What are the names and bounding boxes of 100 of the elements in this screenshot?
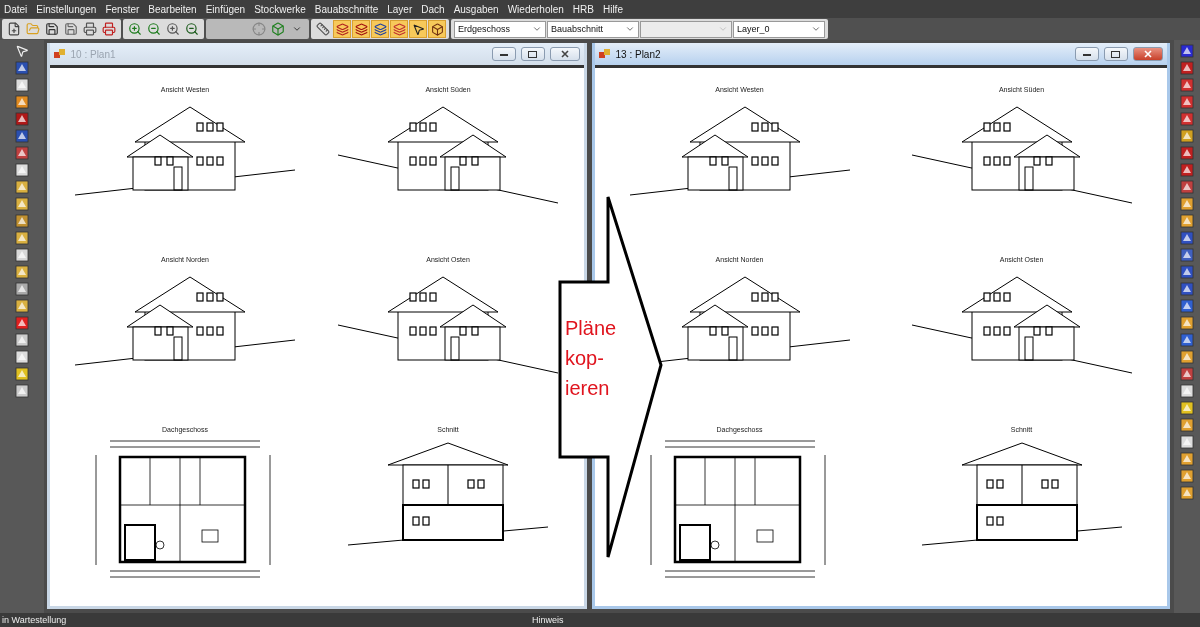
window-title: 13 : Plan2: [615, 48, 662, 60]
tool-icon[interactable]: [1179, 61, 1194, 75]
tool-icon[interactable]: [1179, 44, 1194, 58]
menu-item[interactable]: Stockwerke: [254, 3, 306, 15]
maximize-button[interactable]: [520, 47, 545, 61]
tool-icon[interactable]: [1179, 333, 1194, 347]
tool-icon[interactable]: [1179, 299, 1194, 313]
tool-icon[interactable]: [1179, 469, 1194, 483]
tool-icon[interactable]: [1179, 316, 1194, 330]
dropdown[interactable]: Erdgeschoss: [454, 20, 546, 38]
tool-icon[interactable]: [1179, 129, 1194, 143]
tool-icon[interactable]: [1179, 367, 1194, 381]
tool-icon[interactable]: [1179, 214, 1194, 228]
tool-icon[interactable]: [1179, 282, 1194, 296]
minimize-button[interactable]: [1074, 47, 1099, 61]
menu-item[interactable]: Einfügen: [205, 3, 246, 15]
caret-icon: [811, 24, 821, 34]
tool-icon[interactable]: [14, 231, 29, 245]
tool-icon[interactable]: [14, 163, 29, 177]
tool-icon[interactable]: [14, 282, 29, 296]
printer-icon[interactable]: [81, 20, 99, 38]
tool-icon[interactable]: [1179, 78, 1194, 92]
tool-icon[interactable]: [1179, 435, 1194, 449]
save-icon[interactable]: [62, 20, 80, 38]
tool-icon[interactable]: [1179, 231, 1194, 245]
tool-icon[interactable]: [14, 316, 29, 330]
caret-icon: [625, 24, 635, 34]
tool-icon[interactable]: [14, 78, 29, 92]
tool-icon[interactable]: [14, 350, 29, 364]
tool-icon[interactable]: [14, 299, 29, 313]
menu-item[interactable]: Bauabschnitte: [314, 3, 379, 15]
pointer-icon[interactable]: [409, 20, 427, 38]
close-icon: [1143, 50, 1152, 58]
menu-item[interactable]: Bearbeiten: [148, 3, 197, 15]
tool-icon[interactable]: [14, 112, 29, 126]
menu-item[interactable]: Einstellungen: [36, 3, 97, 15]
save-icon[interactable]: [43, 20, 61, 38]
status-text: in Wartestellung: [1, 615, 68, 625]
tool-icon[interactable]: [14, 129, 29, 143]
tool-icon[interactable]: [14, 214, 29, 228]
close-button[interactable]: [1132, 47, 1163, 61]
magnifier-icon[interactable]: [183, 20, 201, 38]
layers-icon[interactable]: [371, 20, 389, 38]
menu-item[interactable]: Fenster: [105, 3, 140, 15]
callout-text: Pläne kop- ieren: [565, 316, 617, 401]
tool-icon[interactable]: [1179, 112, 1194, 126]
tool-icon[interactable]: [1179, 248, 1194, 262]
maximize-icon: [528, 50, 537, 58]
caret-icon: [532, 24, 542, 34]
status-text: Hinweis: [531, 615, 565, 625]
window-title: 10 : Plan1: [70, 48, 117, 60]
tool-icon[interactable]: [1179, 163, 1194, 177]
tool-icon[interactable]: [14, 384, 29, 398]
tool-icon[interactable]: [14, 146, 29, 160]
tool-icon[interactable]: [1179, 350, 1194, 364]
caret-icon: [718, 24, 728, 34]
menu-item[interactable]: Ausgaben: [453, 3, 499, 15]
close-button[interactable]: [549, 47, 580, 61]
tool-icon[interactable]: [1179, 452, 1194, 466]
dropdown[interactable]: Bauabschnitt: [547, 20, 639, 38]
printer-icon[interactable]: [100, 20, 118, 38]
layers-icon[interactable]: [390, 20, 408, 38]
maximize-icon: [1111, 50, 1120, 58]
tool-icon[interactable]: [14, 197, 29, 211]
zoom-in-icon[interactable]: [126, 20, 144, 38]
tool-icon[interactable]: [1179, 95, 1194, 109]
tool-icon[interactable]: [14, 333, 29, 347]
dropdown[interactable]: Layer_0: [733, 20, 825, 38]
menu-item[interactable]: Layer: [387, 3, 413, 15]
tool-icon[interactable]: [14, 265, 29, 279]
minimize-icon: [499, 52, 508, 56]
menu-item[interactable]: Hilfe: [602, 3, 623, 15]
ruler-icon[interactable]: [314, 20, 332, 38]
menu-item[interactable]: HRB: [572, 3, 594, 15]
maximize-button[interactable]: [1103, 47, 1128, 61]
menu-item[interactable]: Datei: [4, 3, 28, 15]
tool-icon[interactable]: [1179, 265, 1194, 279]
cube-icon[interactable]: [428, 20, 446, 38]
minimize-button[interactable]: [491, 47, 516, 61]
window-icon: [53, 48, 66, 60]
tool-icon[interactable]: [1179, 486, 1194, 500]
tool-icon[interactable]: [14, 248, 29, 262]
tool-icon[interactable]: [1179, 197, 1194, 211]
menu-item[interactable]: Wiederholen: [507, 3, 564, 15]
magnifier-icon[interactable]: [164, 20, 182, 38]
menu-item[interactable]: Dach: [421, 3, 445, 15]
pointer-icon[interactable]: [14, 44, 29, 58]
tool-icon[interactable]: [14, 367, 29, 381]
tool-icon[interactable]: [1179, 146, 1194, 160]
tool-icon[interactable]: [1179, 180, 1194, 194]
minimize-icon: [1082, 52, 1091, 56]
window-icon: [598, 48, 611, 60]
tool-icon[interactable]: [14, 180, 29, 194]
tool-icon[interactable]: [14, 61, 29, 75]
tool-icon[interactable]: [1179, 384, 1194, 398]
tool-icon[interactable]: [1179, 418, 1194, 432]
close-icon: [560, 50, 569, 58]
tool-icon[interactable]: [1179, 401, 1194, 415]
tool-icon[interactable]: [14, 95, 29, 109]
zoom-out-icon[interactable]: [145, 20, 163, 38]
